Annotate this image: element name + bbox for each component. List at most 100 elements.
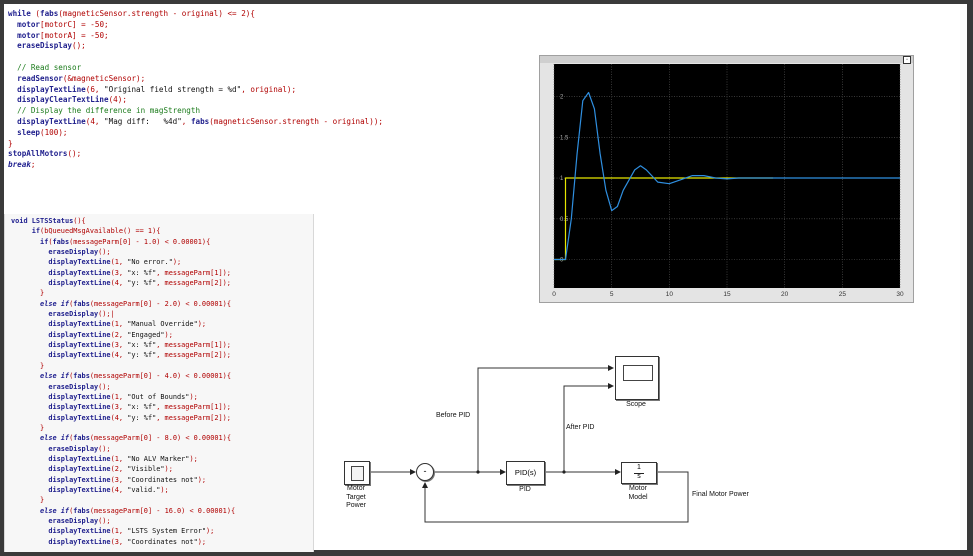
code-token: }	[11, 496, 45, 505]
code-token: ,	[118, 279, 128, 288]
code-token: ;	[104, 19, 109, 29]
code-token: (&magneticSensor);	[62, 73, 146, 83]
code-token: "Manual Override"	[127, 320, 198, 329]
y-tick-label: 1.5	[560, 135, 569, 141]
code2-line: displayTextLine(3, "x: %f", messageParm[…	[11, 402, 235, 412]
code-token: 2.0	[164, 299, 178, 308]
code-token: ] -	[147, 299, 165, 308]
tf-numerator: 1	[637, 464, 641, 471]
code-token: ,	[118, 527, 128, 536]
code-token: displayClearTextLine	[8, 95, 109, 105]
scope-window[interactable]: ▫ 0 5 10 15 20 25 30 0 0.5 1 1.5 2	[539, 55, 914, 303]
code-token: fabs	[40, 9, 59, 18]
code-token: displayTextLine	[11, 268, 111, 277]
code-token: displayTextLine	[11, 527, 111, 536]
code-token: sleep	[8, 127, 41, 137]
code-token: }	[8, 138, 13, 148]
source-block-label: Motor Target Power	[346, 485, 366, 509]
x-tick-label: 20	[781, 291, 789, 298]
code-token: ,	[118, 537, 128, 546]
code-token: ,	[118, 403, 128, 412]
code2-line: displayTextLine(3, "Coordinates not");	[11, 475, 235, 485]
code-token: // Read sensor	[8, 62, 82, 72]
code-token: );	[189, 392, 198, 401]
code-token: ]);	[218, 268, 231, 277]
code-token: 16.0	[164, 506, 182, 515]
code-token: ,	[118, 258, 128, 267]
code-token: ){	[222, 299, 231, 308]
code-token: "y: %f"	[127, 279, 157, 288]
code2-line: displayTextLine(1, "Out of Bounds");	[11, 392, 235, 402]
pid-block[interactable]: PID(s)	[506, 461, 545, 485]
code-token: fabs	[73, 434, 90, 443]
code2-line: else if(fabs(messageParm[0] - 4.0) < 0.0…	[11, 371, 235, 381]
code-token: displayTextLine	[11, 454, 111, 463]
code-token: displayTextLine	[8, 116, 86, 126]
code-token: displayTextLine	[11, 485, 111, 494]
code1-line	[8, 52, 383, 63]
code-token: ]);	[218, 351, 231, 360]
code-token: ();	[72, 41, 86, 51]
sum-block[interactable]: -	[416, 463, 434, 481]
code-token: ){	[222, 434, 231, 443]
code-token: ,	[118, 351, 128, 360]
code-token: }	[11, 361, 45, 370]
code-token: );	[117, 95, 127, 105]
code-token: [motorA]	[40, 30, 77, 40]
code-token: displayTextLine	[11, 258, 111, 267]
code-token: fabs	[52, 237, 70, 246]
code2-line: displayTextLine(4, "valid.");	[11, 485, 235, 495]
code2-line: if(bQueuedMsgAvailable() == 1){	[11, 226, 235, 236]
motor-model-label: Motor Model	[628, 485, 648, 501]
simulink-diagram[interactable]: Motor Target Power - PID(s) PID 1 s Moto…	[330, 350, 770, 530]
code-token: eraseDisplay	[11, 310, 99, 319]
code2-line: }	[11, 423, 235, 433]
scope-block[interactable]	[615, 356, 659, 400]
code-token: displayTextLine	[11, 279, 111, 288]
code-token: eraseDisplay	[11, 516, 99, 525]
scope-block-label: Scope	[626, 401, 646, 408]
code-token: (magneticSensor.strength - original));	[209, 116, 383, 126]
code2-line: }	[11, 495, 235, 505]
motor-target-power-block[interactable]	[344, 461, 370, 485]
code-token: ){	[245, 9, 255, 18]
code-token: 0.00001	[193, 434, 223, 443]
code-token: (messageParm[	[69, 237, 124, 246]
code2-line: }	[11, 361, 235, 371]
code-token: "x: %f"	[127, 268, 157, 277]
code-token: 0.00001	[193, 299, 223, 308]
code-token: "Visible"	[127, 465, 165, 474]
code2-line: eraseDisplay();	[11, 382, 235, 392]
x-tick-label: 0	[552, 291, 556, 298]
code-token: ){	[152, 227, 161, 236]
code-token: (	[30, 9, 41, 18]
code-token: "valid."	[127, 485, 161, 494]
code-token: 0.00001	[197, 506, 227, 515]
code1-line: motor[motorA] = -50;	[8, 31, 383, 42]
code2-line: displayTextLine(1, "LSTS System Error");	[11, 526, 235, 536]
motor-model-block[interactable]: 1 s	[621, 462, 657, 484]
code-token: , messageParm[	[156, 341, 215, 350]
code-token: );	[197, 475, 207, 484]
tf-denominator: s	[637, 473, 641, 480]
code1-line: while (fabs(magneticSensor.strength - or…	[8, 9, 383, 20]
code-token: (messageParm[	[89, 372, 144, 381]
code-token: else if	[11, 434, 70, 443]
code-token: ,	[118, 320, 128, 329]
code-token: ,	[118, 392, 128, 401]
code-editor-lsts-status[interactable]: void LSTSStatus(){ if(bQueuedMsgAvailabl…	[4, 214, 314, 552]
code1-line: stopAllMotors();	[8, 149, 383, 160]
code1-line: sleep(100);	[8, 128, 383, 139]
code-token: (magneticSensor.strength - original) <=	[58, 9, 242, 18]
code2-line: displayTextLine(4, "y: %f", messageParm[…	[11, 350, 235, 360]
code-token: );	[160, 485, 169, 494]
code-token: , messageParm[	[156, 268, 215, 277]
code-token: );	[172, 258, 182, 267]
code-token: (messageParm[	[89, 506, 144, 515]
code1-line: displayTextLine(4, "Mag diff: %4d", fabs…	[8, 117, 383, 128]
code-token: 50	[94, 30, 105, 40]
code-token: ,	[118, 330, 128, 339]
code-token: if	[11, 237, 49, 246]
code-token: displayTextLine	[11, 392, 111, 401]
code-token: (messageParm[	[89, 434, 144, 443]
